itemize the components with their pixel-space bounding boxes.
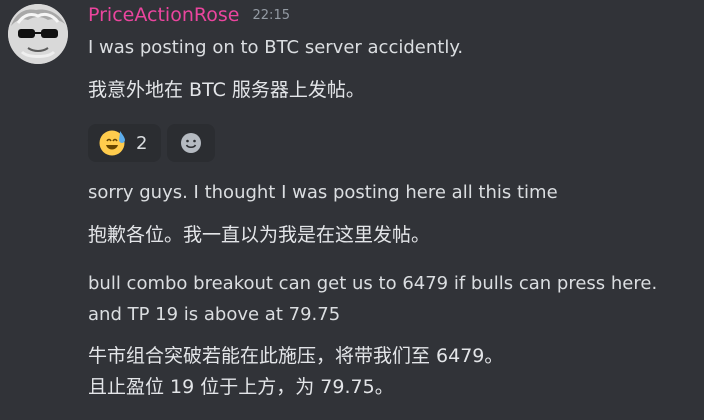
message-line-4: and TP 19 is above at 79.75 bbox=[88, 304, 341, 325]
message-timestamp[interactable]: 22:15 bbox=[253, 8, 290, 23]
translation-line-4: 且止盈位 19 位于上方，为 79.75。 bbox=[88, 376, 394, 398]
reaction-sweat-smile[interactable]: 2 bbox=[88, 124, 161, 162]
add-reaction-icon bbox=[181, 133, 201, 153]
translation-line-1: 我意外地在 BTC 服务器上发帖。 bbox=[88, 79, 365, 101]
add-reaction-button[interactable] bbox=[167, 124, 215, 162]
reaction-bar: 2 bbox=[88, 124, 215, 162]
message-line-2: sorry guys. I thought I was posting here… bbox=[88, 182, 558, 203]
translation-line-3: 牛市组合突破若能在此施压，将带我们至 6479。 bbox=[88, 345, 504, 367]
message-line-3: bull combo breakout can get us to 6479 i… bbox=[88, 273, 658, 294]
message-line-1: I was posting on to BTC server accidentl… bbox=[88, 37, 464, 58]
reaction-count: 2 bbox=[136, 132, 148, 154]
author-name[interactable]: PriceActionRose bbox=[88, 4, 239, 26]
message-header: PriceActionRose 22:15 bbox=[88, 4, 290, 26]
avatar-image bbox=[8, 4, 68, 64]
avatar[interactable] bbox=[8, 4, 68, 64]
translation-line-2: 抱歉各位。我一直以为我是在这里发帖。 bbox=[88, 224, 431, 246]
sweat-smile-icon bbox=[99, 130, 125, 156]
